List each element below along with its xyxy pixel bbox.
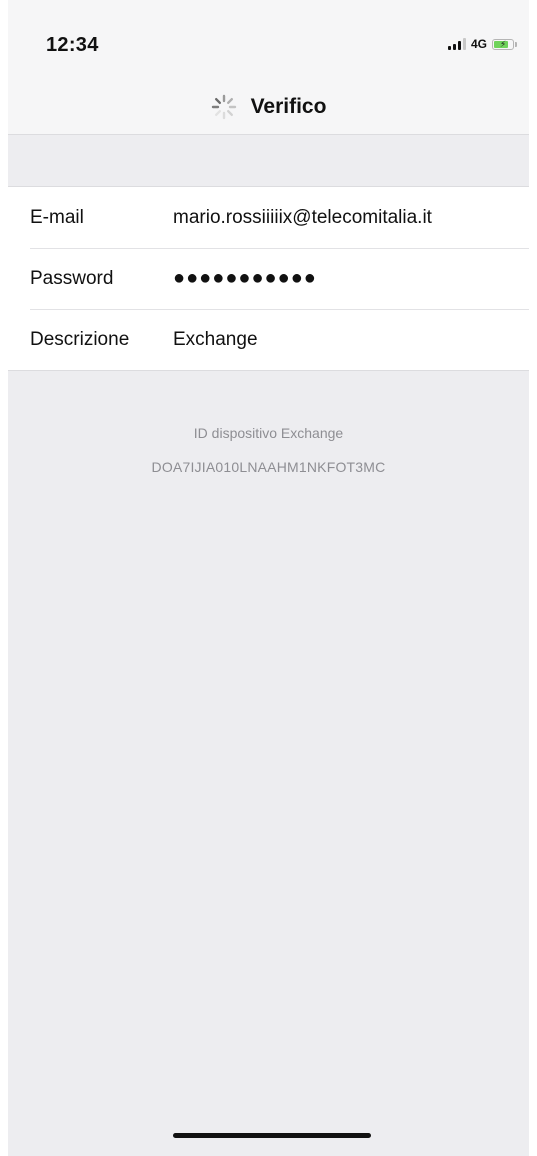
device-id-value: DOA7IJIA010LNAAHM1NKFOT3MC xyxy=(151,459,386,475)
device-id-label: ID dispositivo Exchange xyxy=(193,425,344,441)
status-bar: 12:34 4G ⚡ xyxy=(8,0,529,80)
email-field[interactable]: mario.rossiiiiix@telecomitalia.it xyxy=(173,207,432,229)
form-row-description[interactable]: Descrizione Exchange xyxy=(8,309,529,370)
status-icons: 4G ⚡ xyxy=(447,34,517,54)
form-row-password[interactable]: Password ●●●●●●●●●●● xyxy=(8,248,529,309)
screen: 12:34 4G ⚡ Verifico E-mail mario.rossiii… xyxy=(0,0,537,1156)
battery-charging-icon: ⚡ xyxy=(492,38,514,50)
password-field[interactable]: ●●●●●●●●●●● xyxy=(173,267,317,290)
frame-edge-left xyxy=(0,0,8,1156)
description-label: Descrizione xyxy=(30,328,130,350)
network-type: 4G xyxy=(470,37,487,51)
nav-title: Verifico xyxy=(250,95,327,118)
email-label: E-mail xyxy=(30,206,84,228)
spinner-icon xyxy=(211,94,236,120)
frame-edge-right xyxy=(529,0,537,1156)
form-row-email[interactable]: E-mail mario.rossiiiiix@telecomitalia.it xyxy=(8,187,529,248)
account-form: E-mail mario.rossiiiiix@telecomitalia.it… xyxy=(8,186,529,371)
navigation-bar: Verifico xyxy=(8,80,529,135)
device-info: ID dispositivo Exchange DOA7IJIA010LNAAH… xyxy=(8,425,529,475)
status-time: 12:34 xyxy=(46,34,99,56)
signal-icon xyxy=(447,38,466,50)
battery-cap xyxy=(515,41,517,47)
password-label: Password xyxy=(30,267,114,289)
home-indicator[interactable] xyxy=(173,1133,371,1138)
description-field[interactable]: Exchange xyxy=(173,329,258,351)
